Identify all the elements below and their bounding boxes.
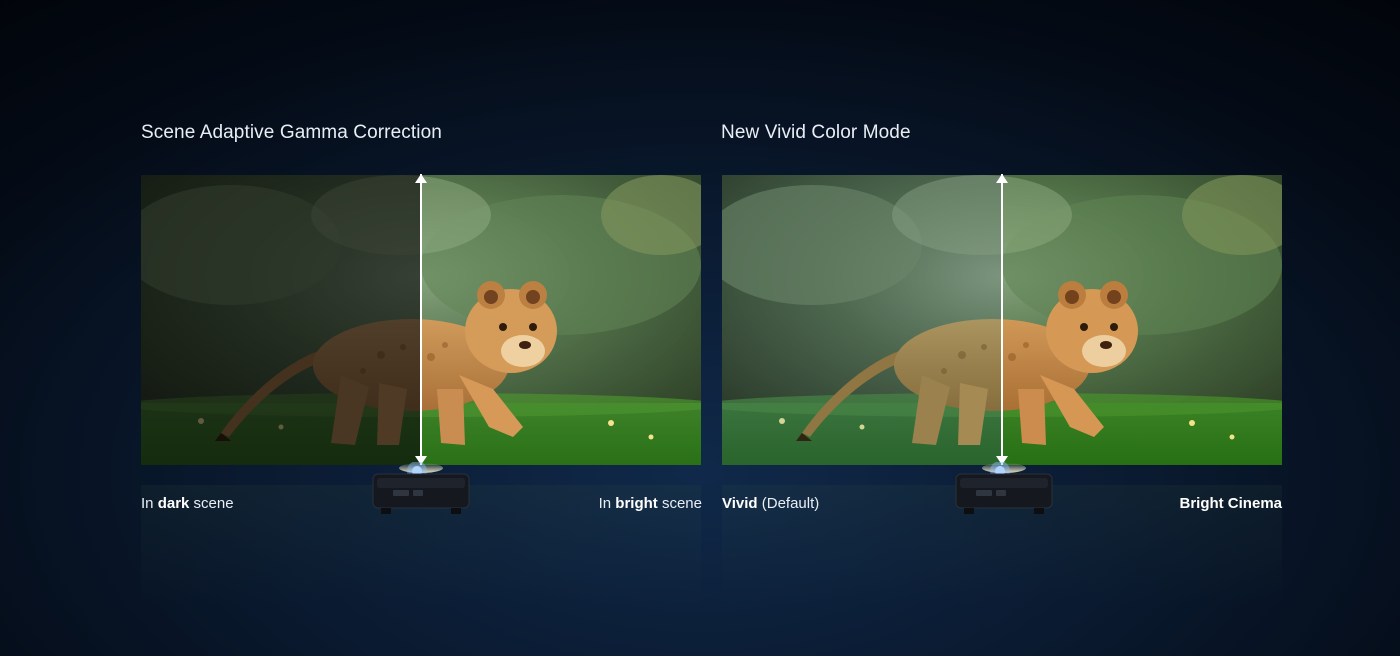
caption-vivid-default: Vivid (Default) bbox=[722, 495, 820, 512]
panel-title-vivid: New Vivid Color Mode bbox=[721, 122, 911, 143]
arrow-up-icon bbox=[996, 174, 1008, 183]
caption-dark-scene: In dark scene bbox=[141, 495, 234, 512]
panel-title-gamma: Scene Adaptive Gamma Correction bbox=[141, 122, 442, 143]
comparison-divider[interactable] bbox=[1001, 174, 1003, 465]
image-dark-scene bbox=[141, 175, 421, 465]
projector-icon bbox=[369, 462, 473, 520]
image-vivid-default bbox=[722, 175, 1002, 465]
comparison-divider[interactable] bbox=[420, 174, 422, 465]
arrow-up-icon bbox=[415, 174, 427, 183]
image-bright-scene bbox=[421, 175, 701, 465]
projector-icon bbox=[952, 462, 1056, 520]
caption-bright-cinema: Bright Cinema bbox=[1179, 495, 1282, 512]
image-bright-cinema bbox=[1002, 175, 1282, 465]
caption-bright-scene: In bright scene bbox=[598, 495, 702, 512]
